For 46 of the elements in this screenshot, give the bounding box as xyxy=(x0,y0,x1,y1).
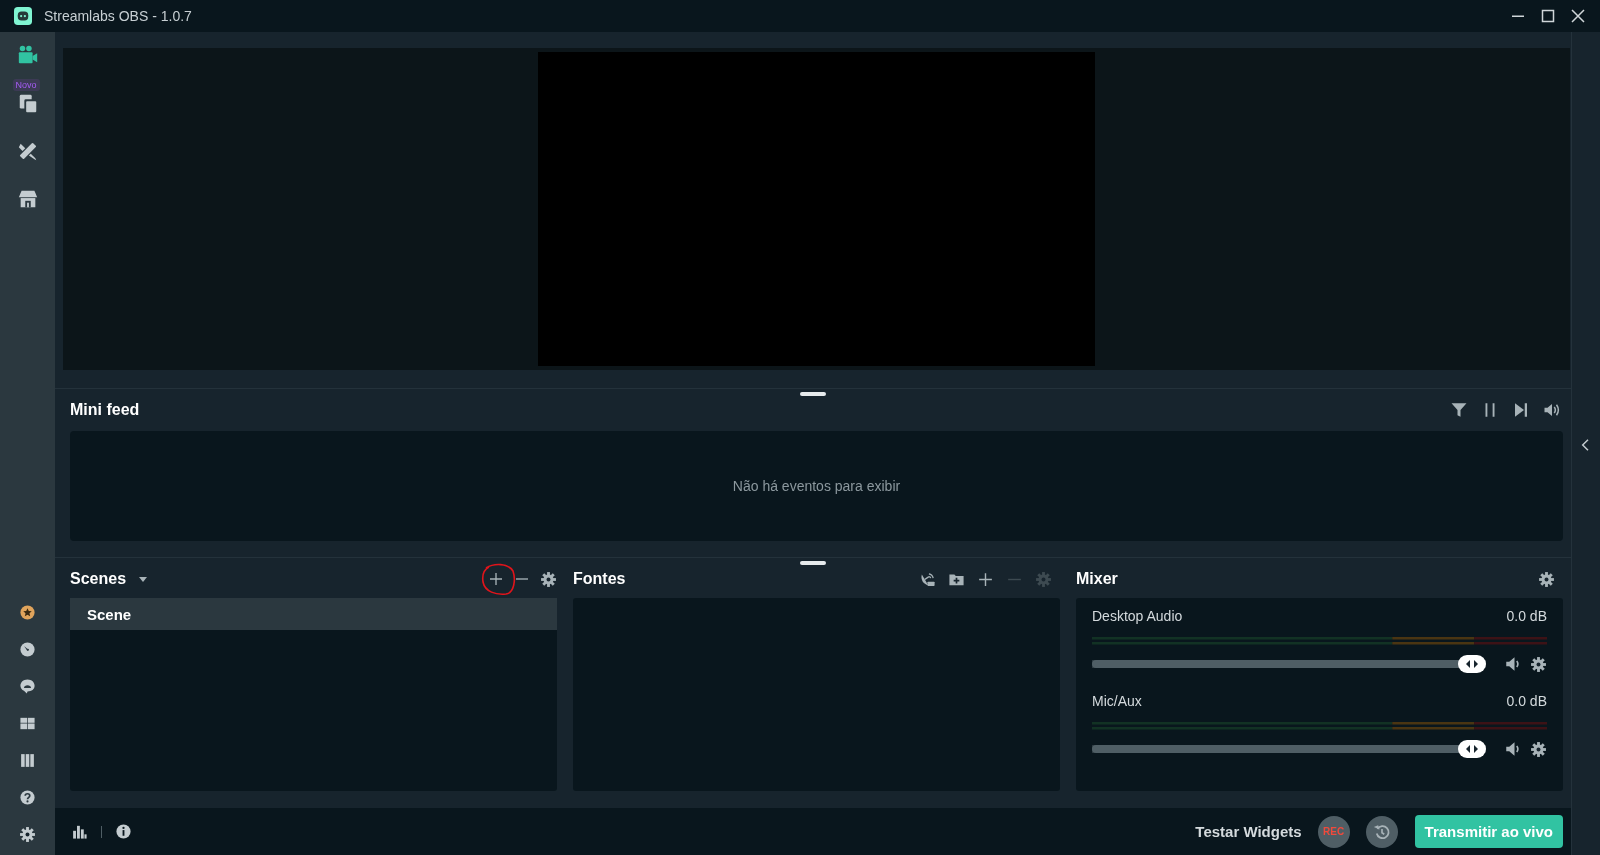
add-icon[interactable] xyxy=(977,570,994,588)
info-icon[interactable] xyxy=(115,823,132,840)
maximize-icon[interactable] xyxy=(1540,8,1556,24)
test-widgets-link[interactable]: Testar Widgets xyxy=(1195,823,1302,840)
slider-thumb[interactable] xyxy=(1458,655,1486,673)
filter-icon[interactable] xyxy=(1450,401,1468,419)
window-title: Streamlabs OBS - 1.0.7 xyxy=(44,8,193,24)
close-icon[interactable] xyxy=(1570,8,1586,24)
help-icon[interactable] xyxy=(19,788,36,806)
channel-name: Desktop Audio xyxy=(1092,608,1183,626)
resize-handle[interactable] xyxy=(800,392,826,396)
settings-icon[interactable] xyxy=(540,570,557,588)
add-icon[interactable] xyxy=(488,571,504,587)
bar-chart-icon[interactable] xyxy=(71,823,88,840)
panel-title: Scenes xyxy=(70,570,127,588)
speaker-icon[interactable] xyxy=(1504,740,1522,758)
slider-thumb[interactable] xyxy=(1458,740,1486,758)
app-logo xyxy=(14,7,32,25)
caret-icon[interactable] xyxy=(138,574,149,584)
settings-icon[interactable] xyxy=(19,825,36,843)
star-badge-icon[interactable] xyxy=(19,603,36,621)
panel-title: Mixer xyxy=(1076,570,1118,588)
replay-button[interactable] xyxy=(1365,815,1398,848)
scene-item[interactable]: Scene xyxy=(70,598,557,630)
chat-bubble-icon[interactable] xyxy=(19,677,36,695)
replay-icon xyxy=(1372,822,1391,841)
panel-title: Mini feed xyxy=(70,401,141,419)
channel-name: Mic/Aux xyxy=(1092,693,1142,711)
satellite-dish-icon[interactable] xyxy=(919,570,936,588)
settings-icon[interactable] xyxy=(1530,655,1547,673)
camera-icon[interactable] xyxy=(16,44,39,66)
skip-icon[interactable] xyxy=(1512,401,1530,419)
volume-reading: 0.0 dB xyxy=(1506,608,1547,626)
resize-handle[interactable] xyxy=(800,561,826,565)
panel-title: Fontes xyxy=(573,570,626,588)
volume-reading: 0.0 dB xyxy=(1506,693,1547,711)
new-badge: Novo xyxy=(12,79,40,91)
settings-icon[interactable] xyxy=(1538,570,1555,588)
store-icon[interactable] xyxy=(16,188,39,210)
columns-icon[interactable] xyxy=(19,751,36,769)
gauge-icon[interactable] xyxy=(19,640,36,658)
speaker-icon[interactable] xyxy=(1504,655,1522,673)
volume-icon[interactable] xyxy=(1543,401,1561,419)
settings-icon[interactable] xyxy=(1530,740,1547,758)
empty-message: Não há eventos para exibir xyxy=(732,478,901,494)
ruler-pencil-icon[interactable] xyxy=(16,140,39,162)
